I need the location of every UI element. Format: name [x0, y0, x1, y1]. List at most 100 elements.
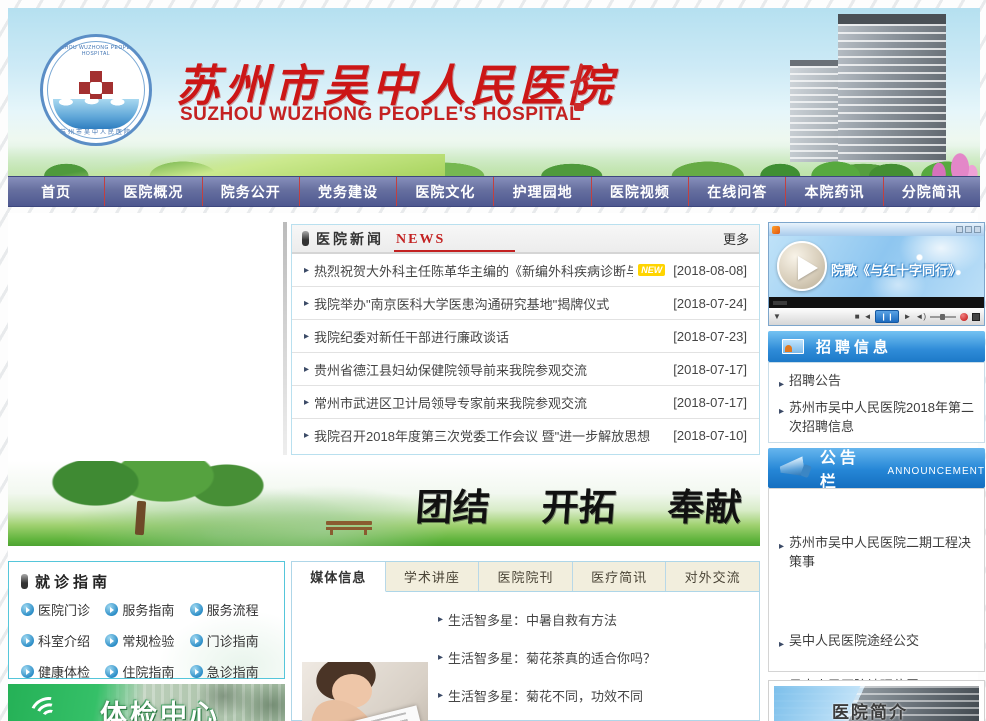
nav-item-online-qa[interactable]: 在线问答	[688, 177, 785, 206]
tab-external-exchange[interactable]: 对外交流	[666, 562, 759, 591]
nav-item-party-building[interactable]: 党务建设	[299, 177, 396, 206]
nav-item-pharmacy-news[interactable]: 本院药讯	[785, 177, 882, 206]
nav-item-home[interactable]: 首页	[8, 177, 104, 206]
checkup-center-label: 体检中心	[100, 693, 220, 721]
tree-trunk-graphic	[135, 501, 146, 536]
arrow-bullet-icon: ▸	[304, 430, 309, 441]
logo-ring-text: SUZHOU WUZHONG PEOPLE'S HOSPITAL	[43, 45, 149, 57]
nav-item-branch-info[interactable]: 分院简讯	[883, 177, 980, 206]
player-logo-icon	[772, 226, 780, 234]
arrow-bullet-icon: ▸	[304, 265, 309, 276]
news-header: 医院新闻 NEWS 更多	[292, 225, 759, 254]
news-row[interactable]: ▸ 我院纪委对新任干部进行廉政谈话 [2018-07-23]	[292, 320, 759, 353]
recruit-item[interactable]: ▸ 苏州市吴中人民医院2018年第二次招聘信息	[779, 398, 976, 436]
article-photo	[302, 662, 428, 721]
news-date: [2018-08-08]	[665, 263, 747, 278]
announcement-subtitle: ANNOUNCEMENT	[887, 466, 985, 477]
recruit-item[interactable]: ▸ 招聘公告	[779, 371, 976, 394]
site-header-banner: SUZHOU WUZHONG PEOPLE'S HOSPITAL 苏州市吴中人民…	[8, 8, 980, 176]
tab-hospital-journal[interactable]: 医院院刊	[479, 562, 573, 591]
announcement-item[interactable]: ▸ 吴中人民医院途经公交	[779, 575, 976, 654]
nav-item-overview[interactable]: 医院概况	[104, 177, 201, 206]
news-list: ▸ 热烈祝贺大外科主任陈革华主编的《新编外科疾病诊断与治 NEW [2018-0…	[292, 254, 759, 452]
arrow-bullet-icon: ▸	[304, 298, 309, 309]
nav-item-nursing[interactable]: 护理园地	[493, 177, 590, 206]
player-screen: 院歌《与红十字同行》	[769, 236, 984, 297]
grass-graphic	[8, 154, 445, 176]
minimize-icon[interactable]	[956, 226, 963, 233]
next-icon[interactable]: ►	[903, 312, 911, 321]
arrow-bullet-icon: ▸	[304, 397, 309, 408]
guide-item-inpatient-guide[interactable]: 住院指南	[105, 662, 189, 681]
tree-graphic	[38, 461, 268, 511]
arrow-bullet-icon: ▸	[438, 652, 443, 663]
tab-medical-briefs[interactable]: 医疗简讯	[573, 562, 667, 591]
tab-media-info[interactable]: 媒体信息	[292, 562, 386, 592]
intro-title: 医院简介	[832, 698, 908, 721]
playlist-dropdown-icon[interactable]: ▼	[773, 312, 781, 321]
main-navigation: 首页 医院概况 院务公开 党务建设 医院文化 护理园地 医院视频 在线问答 本院…	[8, 176, 980, 207]
arrow-bullet-icon: ▸	[779, 402, 784, 421]
guide-item-health-checkup[interactable]: 健康体检	[21, 662, 105, 681]
circle-arrow-icon	[190, 603, 203, 616]
announcement-section-header: 公告栏 ANNOUNCEMENT	[768, 448, 985, 488]
guide-item-service-guide[interactable]: 服务指南	[105, 600, 189, 619]
hospital-intro-panel[interactable]: 医院简介	[768, 680, 985, 721]
news-row[interactable]: ▸ 贵州省德江县妇幼保健院领导前来我院参观交流 [2018-07-17]	[292, 353, 759, 386]
play-button[interactable]	[777, 241, 827, 291]
previous-icon[interactable]: ◄	[864, 312, 872, 321]
hospital-news-panel: 医院新闻 NEWS 更多 ▸ 热烈祝贺大外科主任陈革华主编的《新编外科疾病诊断与…	[291, 224, 760, 455]
hospital-logo[interactable]: SUZHOU WUZHONG PEOPLE'S HOSPITAL 苏州市吴中人民…	[40, 34, 152, 146]
pause-button[interactable]: ❙❙	[875, 310, 899, 323]
pink-flowers	[918, 136, 978, 176]
player-titlebar	[769, 223, 984, 236]
pause-icon: ❙❙	[881, 313, 895, 321]
hospital-name-en: SUZHOU WUZHONG PEOPLE'S HOSPITAL	[180, 104, 581, 126]
guide-item-routine-tests[interactable]: 常规检验	[105, 631, 189, 650]
stop-icon[interactable]: ■	[855, 312, 860, 321]
section-bullet-icon	[21, 574, 28, 589]
slogan-banner: 团结 开拓 奉献	[8, 461, 760, 546]
news-row[interactable]: ▸ 我院召开2018年度第三次党委工作会议 暨"进一步解放思想 [2018-07…	[292, 419, 759, 452]
news-row[interactable]: ▸ 常州市武进区卫计局领导专家前来我院参观交流 [2018-07-17]	[292, 386, 759, 419]
window-buttons	[956, 226, 981, 233]
article-link[interactable]: ▸生活智多星：常见旅游病要注意	[438, 714, 753, 721]
news-row[interactable]: ▸ 我院举办"南京医科大学医患沟通研究基地"揭牌仪式 [2018-07-24]	[292, 287, 759, 320]
guide-item-departments[interactable]: 科室介绍	[21, 631, 105, 650]
news-subtitle: NEWS	[394, 226, 515, 252]
maximize-icon[interactable]	[965, 226, 972, 233]
circle-arrow-icon	[105, 665, 118, 678]
speaker-icon[interactable]: ◄)	[915, 312, 926, 321]
play-icon	[798, 256, 818, 280]
guide-item-outpatient[interactable]: 医院门诊	[21, 600, 105, 619]
patient-guide-panel: 就诊指南 医院门诊 服务指南 服务流程 科室介绍 常规检验 门诊指南 健康体检 …	[8, 561, 285, 679]
guide-item-outpatient-guide[interactable]: 门诊指南	[190, 631, 274, 650]
intro-building-photo: 医院简介	[774, 686, 979, 721]
announcement-panel: ▸ 苏州市吴中人民医院二期工程决策事 ▸ 吴中人民医院途经公交 ▸ 吴中人民医院…	[768, 488, 985, 672]
close-icon[interactable]	[974, 226, 981, 233]
volume-slider[interactable]	[930, 316, 956, 318]
checkup-center-banner[interactable]: 体检中心	[8, 684, 285, 721]
announcement-item[interactable]: ▸ 苏州市吴中人民医院二期工程决策事	[779, 489, 976, 571]
fullscreen-icon[interactable]	[972, 313, 980, 321]
nav-item-culture[interactable]: 医院文化	[396, 177, 493, 206]
arrow-bullet-icon: ▸	[304, 364, 309, 375]
nav-item-videos[interactable]: 医院视频	[591, 177, 688, 206]
article-link[interactable]: ▸生活智多星：菊花不同，功效不同	[438, 676, 753, 714]
guide-item-service-flow[interactable]: 服务流程	[190, 600, 274, 619]
megaphone-icon	[780, 456, 810, 480]
tab-academic-lectures[interactable]: 学术讲座	[386, 562, 480, 591]
record-icon[interactable]	[960, 313, 968, 321]
guide-item-emergency-guide[interactable]: 急诊指南	[190, 662, 274, 681]
guide-header: 就诊指南	[21, 571, 274, 592]
recruit-section-header: 招聘信息	[768, 331, 985, 362]
hospital-building-photo	[758, 8, 980, 176]
circle-arrow-icon	[21, 634, 34, 647]
article-link[interactable]: ▸生活智多星：中暑自救有方法	[438, 600, 753, 638]
nav-item-public-affairs[interactable]: 院务公开	[202, 177, 299, 206]
news-more-link[interactable]: 更多	[723, 229, 749, 248]
announcement-title: 公告栏	[820, 444, 880, 492]
news-row[interactable]: ▸ 热烈祝贺大外科主任陈革华主编的《新编外科疾病诊断与治 NEW [2018-0…	[292, 254, 759, 287]
article-link[interactable]: ▸生活智多星：菊花茶真的适合你吗？	[438, 638, 753, 676]
slogan-text: 团结 开拓 奉献	[416, 477, 742, 531]
